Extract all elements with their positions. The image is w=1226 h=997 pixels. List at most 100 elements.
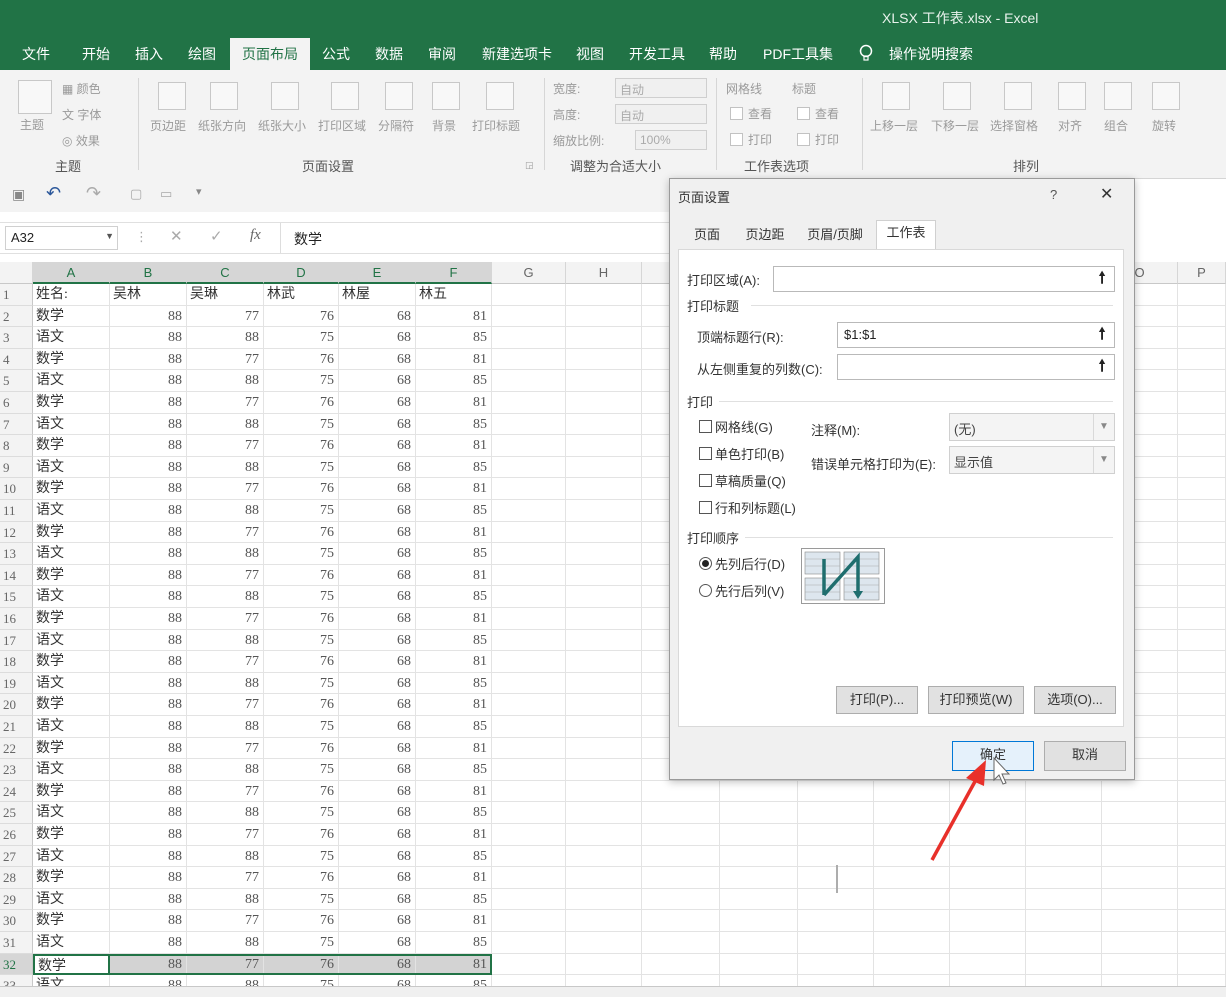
colors-button[interactable]: ▦ 颜色: [62, 80, 101, 97]
cell[interactable]: [1102, 888, 1178, 911]
orientation-button[interactable]: 纸张方向: [198, 117, 246, 134]
cell[interactable]: 语文: [33, 716, 110, 738]
cell[interactable]: [1102, 932, 1178, 954]
over-then-down-radio[interactable]: [699, 584, 712, 597]
cell[interactable]: [1178, 651, 1226, 673]
cell[interactable]: 88: [110, 737, 187, 760]
cell[interactable]: [720, 953, 798, 976]
cell[interactable]: 语文: [33, 802, 110, 824]
cell[interactable]: [798, 802, 874, 824]
cell[interactable]: [492, 867, 566, 889]
tab-draw[interactable]: 绘图: [188, 44, 216, 64]
cell[interactable]: 88: [110, 521, 187, 544]
cell[interactable]: 68: [339, 348, 416, 371]
cell[interactable]: 88: [187, 845, 264, 868]
cell[interactable]: 88: [187, 672, 264, 695]
effects-button[interactable]: ◎ 效果: [62, 132, 100, 149]
bring-forward-icon[interactable]: [882, 82, 910, 110]
cell[interactable]: [1178, 478, 1226, 500]
cell[interactable]: [642, 910, 720, 932]
cell[interactable]: 68: [339, 435, 416, 457]
cell[interactable]: 75: [264, 888, 339, 911]
cell[interactable]: 88: [110, 780, 187, 803]
cell[interactable]: 数学: [33, 651, 110, 673]
cell[interactable]: 85: [416, 888, 492, 911]
column-header-e[interactable]: E: [339, 262, 416, 284]
cell[interactable]: 68: [339, 564, 416, 587]
cell[interactable]: 75: [264, 932, 339, 954]
cell[interactable]: [798, 780, 874, 803]
cell[interactable]: 81: [416, 435, 492, 457]
cell[interactable]: 林武: [264, 284, 339, 306]
cell[interactable]: [874, 932, 950, 954]
cell[interactable]: [1178, 888, 1226, 911]
cell[interactable]: [642, 802, 720, 824]
cell[interactable]: 77: [187, 478, 264, 500]
cell[interactable]: 数学: [33, 521, 110, 544]
cell[interactable]: 76: [264, 608, 339, 630]
cell[interactable]: [1178, 305, 1226, 328]
cell[interactable]: [492, 824, 566, 846]
cell[interactable]: 85: [416, 500, 492, 522]
cell[interactable]: [1178, 780, 1226, 803]
cell[interactable]: [720, 845, 798, 868]
rotate-button[interactable]: 旋转: [1152, 117, 1176, 134]
cell[interactable]: 语文: [33, 327, 110, 349]
cell[interactable]: 88: [110, 888, 187, 911]
cell[interactable]: 81: [416, 478, 492, 500]
cell[interactable]: 76: [264, 392, 339, 414]
tab-pdf-tools[interactable]: PDF工具集: [763, 44, 833, 64]
cell[interactable]: 88: [110, 564, 187, 587]
cell[interactable]: 76: [264, 953, 339, 976]
cell[interactable]: [1102, 780, 1178, 803]
cell[interactable]: 68: [339, 910, 416, 932]
tab-new[interactable]: 新建选项卡: [482, 44, 552, 64]
cell[interactable]: [1102, 845, 1178, 868]
cell[interactable]: [566, 284, 642, 306]
cell[interactable]: 数学: [33, 608, 110, 630]
cell[interactable]: [566, 327, 642, 349]
cell[interactable]: 68: [339, 392, 416, 414]
cell[interactable]: 88: [110, 478, 187, 500]
cell[interactable]: 68: [339, 478, 416, 500]
cell[interactable]: 姓名:: [33, 284, 110, 306]
cell[interactable]: [492, 435, 566, 457]
cell[interactable]: [1178, 910, 1226, 932]
cell[interactable]: 85: [416, 716, 492, 738]
cell[interactable]: 68: [339, 737, 416, 760]
cell[interactable]: [1178, 327, 1226, 349]
cell[interactable]: 68: [339, 543, 416, 565]
cell[interactable]: [642, 953, 720, 976]
cell[interactable]: [566, 500, 642, 522]
print-preview-button[interactable]: 打印预览(W): [928, 686, 1024, 714]
cell[interactable]: [1178, 845, 1226, 868]
insert-function-icon[interactable]: fx: [250, 227, 261, 244]
cell[interactable]: [566, 716, 642, 738]
row-header[interactable]: 20: [0, 694, 33, 716]
cell[interactable]: 75: [264, 327, 339, 349]
cell[interactable]: [492, 845, 566, 868]
cell[interactable]: 85: [416, 629, 492, 652]
cell[interactable]: 75: [264, 543, 339, 565]
cell[interactable]: [566, 672, 642, 695]
row-header[interactable]: 10: [0, 478, 33, 500]
cell[interactable]: [1178, 456, 1226, 479]
cell[interactable]: [492, 737, 566, 760]
cell[interactable]: 88: [110, 845, 187, 868]
row-header[interactable]: 26: [0, 824, 33, 846]
cell[interactable]: [1026, 780, 1102, 803]
cell[interactable]: 76: [264, 737, 339, 760]
background-button[interactable]: 背景: [432, 117, 456, 134]
cell[interactable]: 88: [187, 629, 264, 652]
collapse-arrow-icon[interactable]: 🠕: [1092, 269, 1112, 289]
cell[interactable]: 数学: [33, 392, 110, 414]
row-header[interactable]: 29: [0, 888, 33, 911]
cell[interactable]: 语文: [33, 586, 110, 608]
customize-qat-icon[interactable]: ▾: [196, 185, 202, 198]
cell[interactable]: [1178, 802, 1226, 824]
cell[interactable]: 77: [187, 694, 264, 716]
cell[interactable]: 81: [416, 608, 492, 630]
cell[interactable]: 88: [110, 802, 187, 824]
cell[interactable]: [492, 284, 566, 306]
row-header[interactable]: 16: [0, 608, 33, 630]
